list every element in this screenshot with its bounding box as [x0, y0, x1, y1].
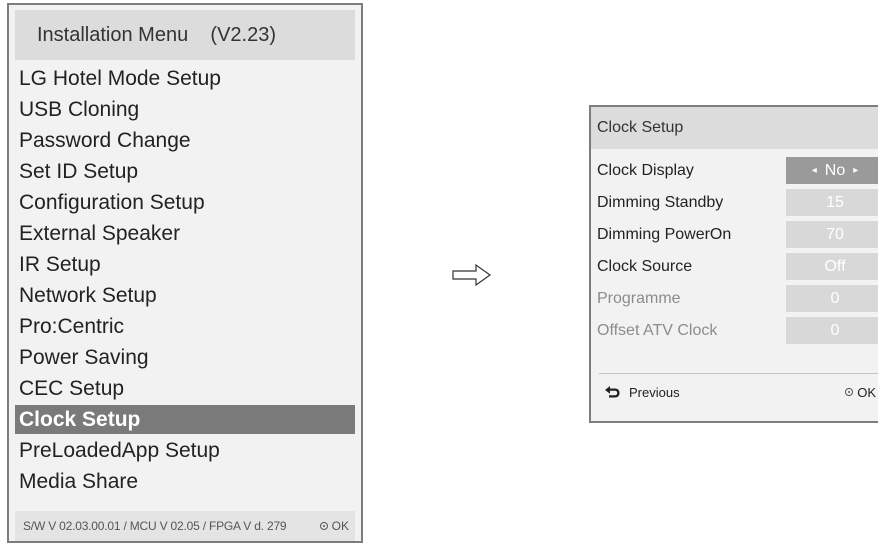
- clock-setting-row[interactable]: Dimming Standby 15: [591, 187, 878, 218]
- clock-setup-header: Clock Setup: [591, 107, 878, 149]
- ok-hint-label: OK: [331, 519, 349, 533]
- menu-item[interactable]: Network Setup: [15, 280, 355, 311]
- previous-button[interactable]: Previous: [603, 385, 680, 400]
- setting-value[interactable]: Off: [786, 253, 878, 280]
- ok-button[interactable]: OK: [845, 385, 878, 400]
- installation-menu-panel: Installation Menu (V2.23) LG Hotel Mode …: [7, 3, 363, 543]
- menu-item[interactable]: Power Saving: [15, 342, 355, 373]
- arrow-left-icon[interactable]: ◂: [812, 165, 817, 176]
- version-info: S/W V 02.03.00.01 / MCU V 02.05 / FPGA V…: [23, 519, 287, 533]
- ok-dot-icon: [319, 522, 328, 530]
- clock-setting-row[interactable]: Dimming PowerOn 70: [591, 219, 878, 250]
- setting-value[interactable]: 15: [786, 189, 878, 216]
- installation-menu-footer: S/W V 02.03.00.01 / MCU V 02.05 / FPGA V…: [15, 511, 355, 541]
- setting-label: Dimming PowerOn: [597, 226, 732, 243]
- setting-value: 0: [786, 317, 878, 344]
- menu-item[interactable]: IR Setup: [15, 249, 355, 280]
- ok-label: OK: [857, 384, 876, 400]
- setting-value[interactable]: ◂ No ▸: [786, 157, 878, 184]
- setting-label: Programme: [597, 290, 681, 307]
- clock-setting-row[interactable]: Clock Source Off: [591, 251, 878, 282]
- menu-item[interactable]: PreLoadedApp Setup: [15, 435, 355, 466]
- setting-label: Dimming Standby: [597, 194, 724, 211]
- menu-item[interactable]: Password Change: [15, 125, 355, 156]
- installation-menu-header: Installation Menu (V2.23): [15, 10, 355, 60]
- ok-hint: OK: [319, 519, 349, 533]
- clock-setup-divider: [599, 373, 878, 374]
- installation-menu-list: LG Hotel Mode Setup USB Cloning Password C…: [15, 63, 355, 497]
- setting-value-text: 15: [826, 193, 844, 211]
- setting-value-text: 70: [826, 225, 844, 243]
- clock-setup-rows: Clock Display ◂ No ▸ Dimming Standby 15 Dimmin…: [591, 155, 878, 347]
- clock-setting-row: Offset ATV Clock 0: [591, 315, 878, 346]
- back-icon: [605, 386, 620, 398]
- menu-item[interactable]: External Speaker: [15, 218, 355, 249]
- arrow-right-icon[interactable]: ▸: [853, 165, 858, 176]
- menu-item[interactable]: Media Share: [15, 466, 355, 497]
- setting-label: Clock Source: [597, 258, 693, 275]
- installation-menu-title: Installation Menu (V2.23): [37, 23, 277, 46]
- clock-setup-panel: Clock Setup Clock Display ◂ No ▸ Dimming Sta…: [589, 105, 878, 423]
- menu-item[interactable]: Pro:Centric: [15, 311, 355, 342]
- menu-item[interactable]: Clock Setup: [15, 405, 355, 434]
- clock-setup-title: Clock Setup: [597, 119, 684, 136]
- menu-item[interactable]: Set ID Setup: [15, 156, 355, 187]
- setting-value: 0: [786, 285, 878, 312]
- menu-item[interactable]: CEC Setup: [15, 373, 355, 404]
- menu-item[interactable]: USB Cloning: [15, 94, 355, 125]
- setting-label: Clock Display: [597, 162, 694, 179]
- previous-label: Previous: [629, 384, 680, 400]
- setting-label: Offset ATV Clock: [597, 322, 718, 339]
- menu-item[interactable]: Configuration Setup: [15, 187, 355, 218]
- menu-item[interactable]: LG Hotel Mode Setup: [15, 63, 355, 94]
- right-arrow-icon: [452, 263, 492, 287]
- setting-value-text: No: [824, 161, 846, 179]
- setting-value-text: Off: [824, 257, 846, 275]
- ok-dot-icon: [845, 388, 854, 396]
- setting-value[interactable]: 70: [786, 221, 878, 248]
- clock-setup-footer: Previous OK: [591, 379, 878, 405]
- setting-value-text: 0: [830, 289, 840, 307]
- setting-value-text: 0: [830, 321, 840, 339]
- clock-setting-row[interactable]: Clock Display ◂ No ▸: [591, 155, 878, 186]
- clock-setting-row: Programme 0: [591, 283, 878, 314]
